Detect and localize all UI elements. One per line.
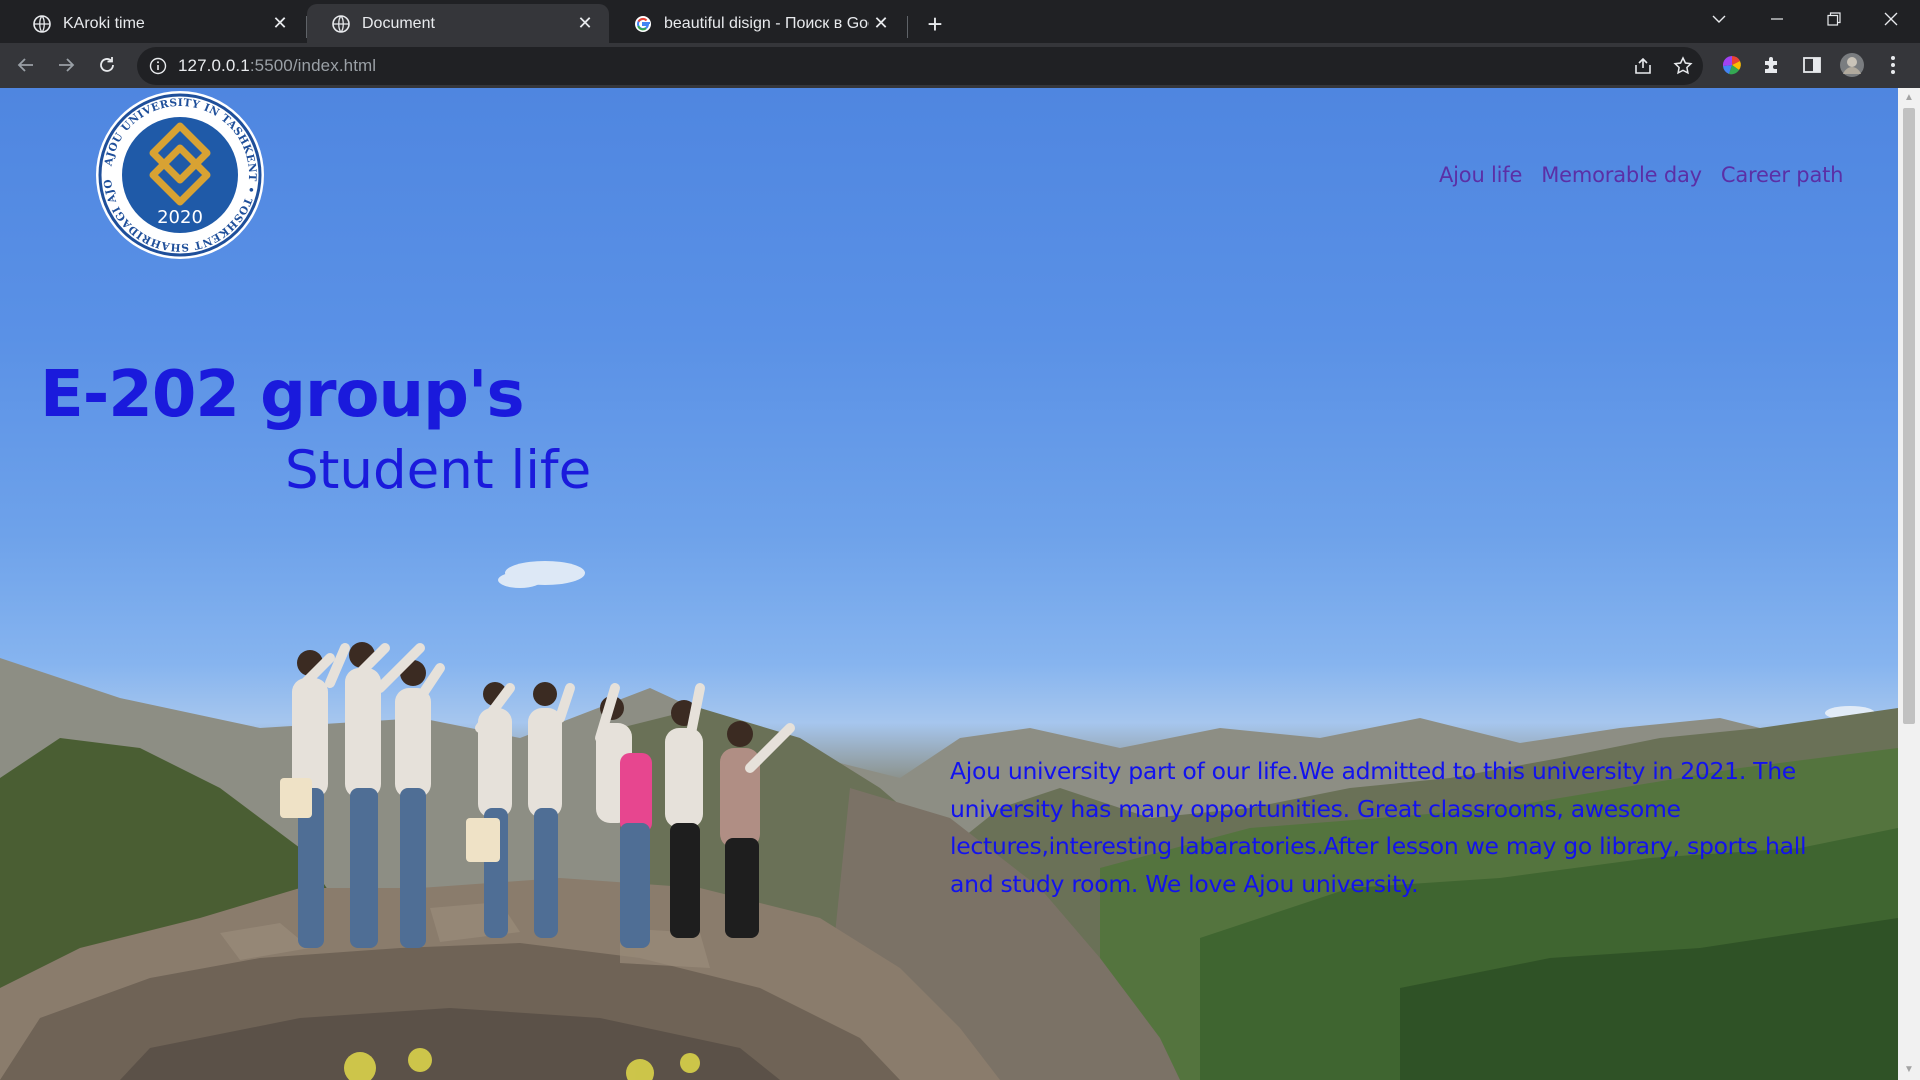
page-subtitle: Student life [285, 440, 592, 501]
url-text[interactable]: 127.0.0.1:5500/index.html [178, 56, 376, 76]
tab-title: KAroki time [63, 14, 145, 32]
star-icon [1673, 56, 1693, 75]
extensions-button[interactable] [1759, 52, 1785, 78]
close-icon [1884, 12, 1898, 26]
nav-link-career-path[interactable]: Career path [1721, 163, 1844, 187]
tab-title: Document [362, 14, 435, 32]
tab-strip: KAroki time ✕ Document ✕ beautiful disig… [0, 0, 1920, 43]
scroll-down-arrow-icon[interactable]: ▼ [1903, 1064, 1915, 1076]
restore-button[interactable] [1805, 0, 1863, 38]
page-title: E-202 group's [40, 358, 525, 432]
background-photo [0, 561, 1898, 1080]
tab-divider [907, 16, 908, 38]
page-scrollbar[interactable]: ▲ ▼ [1898, 88, 1920, 1080]
share-icon [1635, 57, 1651, 74]
side-panel-button[interactable] [1799, 52, 1825, 78]
minimize-button[interactable] [1748, 0, 1806, 38]
restore-icon [1827, 12, 1841, 26]
bookmark-button[interactable] [1671, 54, 1695, 78]
tab-google-search[interactable]: beautiful disign - Поиск в Google ✕ [609, 4, 905, 43]
close-tab-icon[interactable]: ✕ [573, 12, 597, 36]
tab-document[interactable]: Document ✕ [307, 4, 609, 43]
reload-button[interactable] [91, 49, 123, 81]
tab-title: beautiful disign - Поиск в Google [664, 14, 869, 32]
chevron-down-icon [1712, 15, 1726, 23]
scroll-thumb[interactable] [1903, 108, 1915, 724]
info-icon[interactable] [149, 57, 167, 75]
back-button[interactable] [10, 49, 42, 81]
color-wheel-icon [1722, 55, 1741, 75]
close-window-button[interactable] [1862, 0, 1920, 38]
more-vert-icon [1891, 56, 1895, 74]
menu-button[interactable] [1880, 52, 1906, 78]
puzzle-icon [1765, 57, 1777, 73]
tab-search-button[interactable] [1690, 0, 1748, 38]
address-bar[interactable]: 127.0.0.1:5500/index.html [137, 47, 1703, 85]
tab-karoki-time[interactable]: KAroki time ✕ [8, 4, 304, 43]
share-button[interactable] [1631, 54, 1655, 78]
reload-icon [100, 57, 114, 72]
google-icon [635, 15, 651, 32]
close-tab-icon[interactable]: ✕ [268, 12, 292, 36]
arrow-right-icon [59, 58, 75, 72]
logo-year: 2020 [157, 207, 203, 228]
nav-link-memorable-day[interactable]: Memorable day [1541, 163, 1702, 187]
avatar-icon [1840, 53, 1864, 77]
new-tab-button[interactable]: + [919, 8, 951, 40]
forward-button[interactable] [50, 49, 82, 81]
globe-icon [33, 14, 51, 33]
intro-paragraph: Ajou university part of our life.We admi… [950, 757, 1807, 898]
close-tab-icon[interactable]: ✕ [869, 12, 893, 36]
main-nav: Ajou life Memorable day Career path [1439, 163, 1843, 187]
arrow-left-icon [17, 58, 33, 72]
nav-link-ajou-life[interactable]: Ajou life [1439, 163, 1522, 187]
url-path: :5500/index.html [249, 56, 377, 75]
page-viewport: AJOU UNIVERSITY IN TASHKENT • TOSHKENT S… [0, 88, 1898, 1080]
browser-toolbar: 127.0.0.1:5500/index.html [0, 43, 1920, 88]
color-extension-button[interactable] [1719, 52, 1745, 78]
profile-avatar[interactable] [1839, 52, 1865, 78]
globe-icon [332, 14, 350, 33]
scroll-up-arrow-icon[interactable]: ▲ [1903, 92, 1915, 104]
side-panel-icon [1803, 57, 1821, 73]
minimize-icon [1771, 18, 1783, 20]
university-logo[interactable]: AJOU UNIVERSITY IN TASHKENT • TOSHKENT S… [95, 90, 265, 260]
url-host: 127.0.0.1 [178, 56, 250, 75]
